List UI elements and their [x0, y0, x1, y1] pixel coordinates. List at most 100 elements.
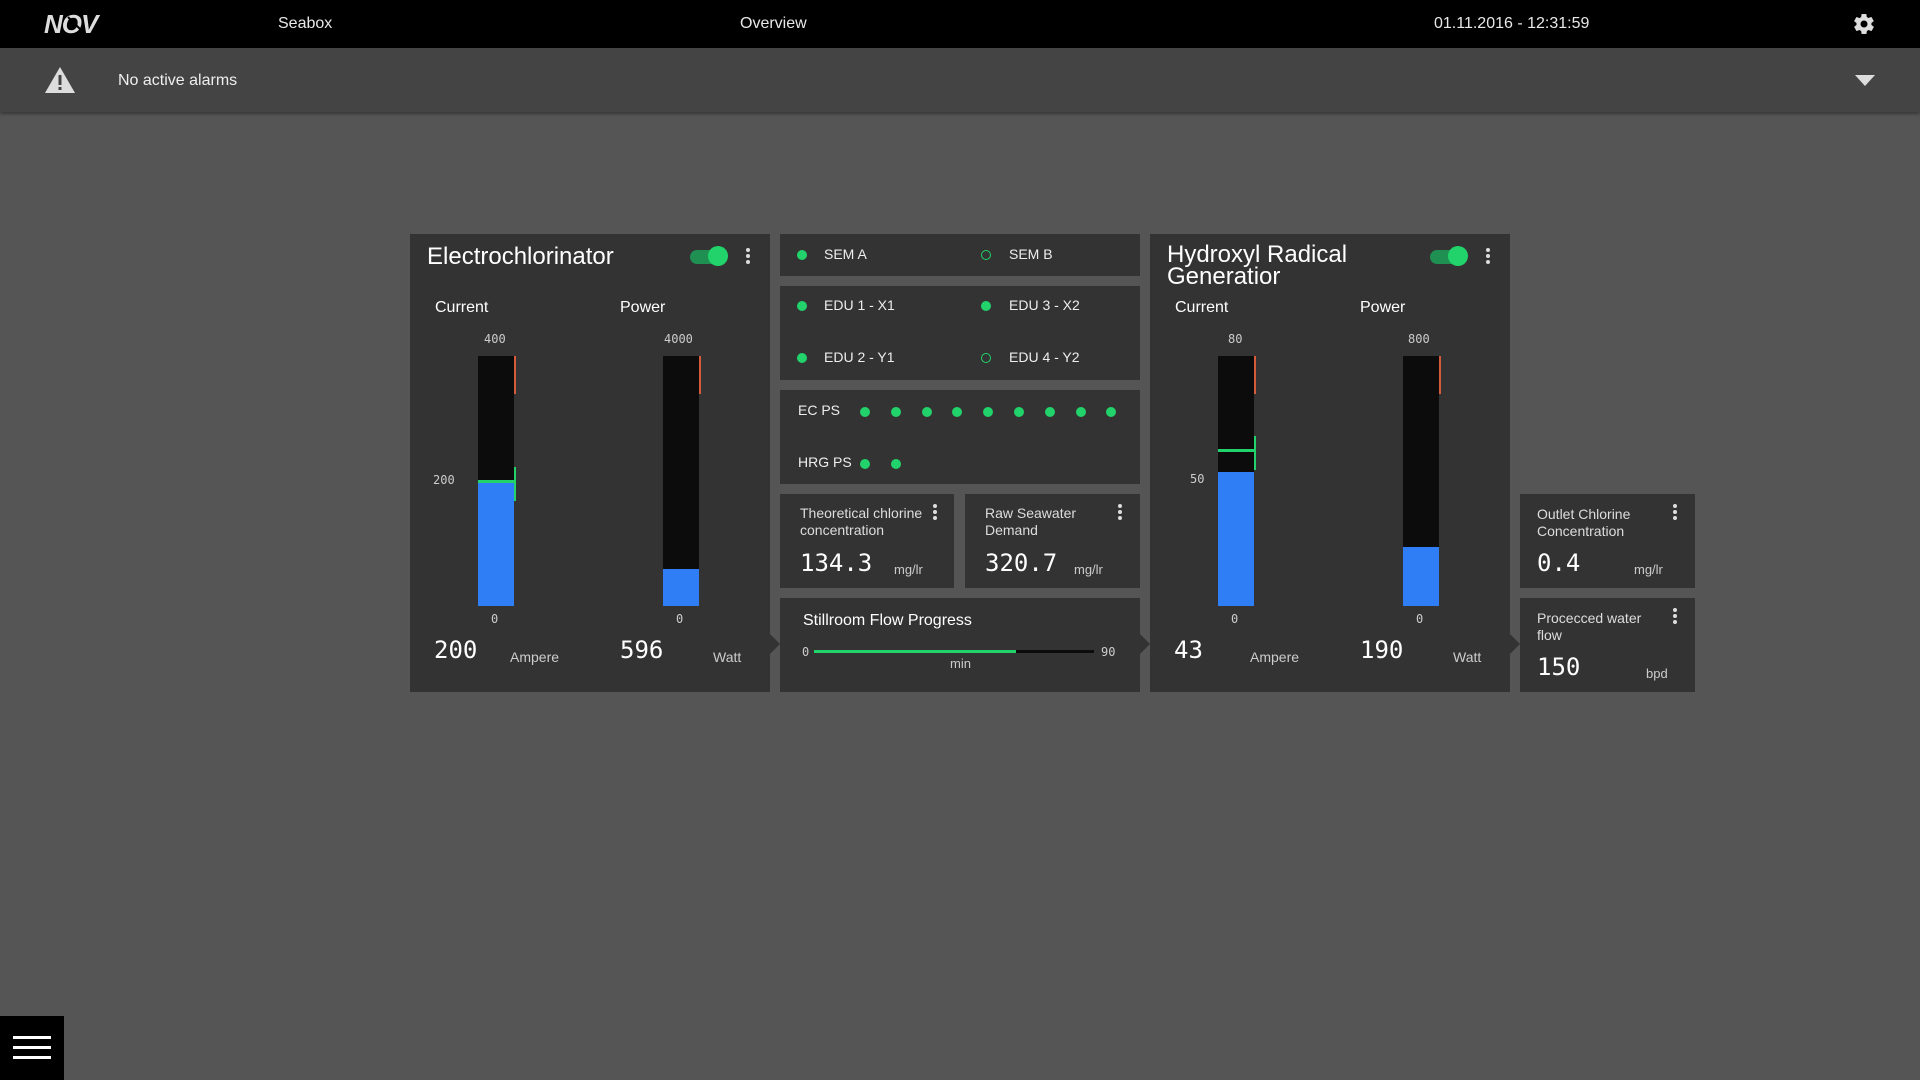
svg-text:NOV: NOV [44, 11, 101, 37]
ps-status-indicator [1044, 407, 1055, 417]
hydroxyl-more-icon[interactable] [1485, 248, 1491, 266]
ps-status-indicator [890, 407, 901, 417]
ps-status-indicator [983, 407, 994, 417]
power-unit: Watt [1453, 649, 1482, 665]
ec-ps-label: EC PS [798, 402, 841, 418]
power-min-tick: 0 [1416, 612, 1424, 626]
sem-a-indicator [797, 250, 807, 260]
power-unit: Watt [713, 649, 742, 665]
outlet-chlorine-title: Outlet Chlorine Concentration [1537, 506, 1631, 539]
nov-logo: NOV [44, 11, 102, 37]
edu-1-label: EDU 1 - X1 [824, 297, 895, 313]
theoretical-chlorine-card: Theoretical chlorine concentration 134.3… [780, 494, 954, 588]
stillroom-flow-min: 0 [802, 645, 810, 659]
toggle-knob [708, 246, 728, 266]
power-gauge-fill [1403, 546, 1439, 606]
power-gauge [663, 356, 701, 606]
gear-icon[interactable] [1852, 12, 1876, 36]
top-bar: NOV Seabox Overview 01.11.2016 - 12:31:5… [0, 0, 1920, 48]
ps-status-indicator [890, 459, 901, 469]
processed-water-title: Procecced water flow [1537, 610, 1642, 643]
ps-status-indicator [1075, 407, 1086, 417]
alarm-bar: No active alarms [0, 48, 1920, 112]
stillroom-flow-unit: min [950, 656, 971, 671]
raw-seawater-more-icon[interactable] [1117, 504, 1123, 522]
raw-seawater-title: Raw Seawater Demand [985, 505, 1077, 538]
view-title: Overview [740, 15, 807, 32]
electrochlorinator-more-icon[interactable] [745, 248, 751, 266]
electrochlorinator-title: Electrochlorinator [427, 243, 614, 270]
current-min-tick: 0 [1231, 612, 1239, 626]
ps-status-indicator [860, 459, 870, 469]
theoretical-chlorine-more-icon[interactable] [932, 504, 938, 522]
power-value: 190 [1360, 636, 1404, 664]
power-value: 596 [620, 636, 664, 664]
ps-status-indicator [921, 407, 932, 417]
edu-4-indicator [981, 353, 991, 363]
raw-seawater-value: 320.7 [985, 549, 1058, 577]
ps-status-indicator [952, 407, 963, 417]
processed-water-unit: bpd [1646, 666, 1668, 681]
warning-icon [45, 67, 75, 93]
theoretical-chlorine-unit: mg/lr [894, 562, 923, 577]
hydroxyl-generator-card: Hydroxyl Radical Generatior Current Powe… [1150, 234, 1510, 692]
current-max-tick: 400 [484, 332, 506, 346]
flow-arrow [1510, 634, 1520, 654]
electrochlorinator-power-toggle[interactable] [690, 246, 728, 266]
current-value: 43 [1174, 636, 1203, 664]
outlet-chlorine-value: 0.4 [1537, 549, 1581, 577]
edu-status-panel: EDU 1 - X1 EDU 3 - X2 EDU 2 - Y1 EDU 4 -… [780, 286, 1140, 380]
stillroom-flow-track [814, 650, 1094, 653]
stillroom-flow-fill [814, 650, 1016, 653]
sem-b-indicator [981, 250, 991, 260]
raw-seawater-card: Raw Seawater Demand 320.7 mg/lr [965, 494, 1140, 588]
sem-a-label: SEM A [824, 246, 867, 262]
ps-status-indicator [1106, 407, 1117, 417]
raw-seawater-unit: mg/lr [1074, 562, 1103, 577]
power-min-tick: 0 [676, 612, 684, 626]
app-name: Seabox [278, 15, 333, 32]
power-max-tick: 4000 [664, 332, 693, 346]
power-gauge [1403, 356, 1441, 606]
power-limit-marker [699, 356, 701, 394]
power-max-tick: 800 [1408, 332, 1430, 346]
toggle-knob [1448, 246, 1468, 266]
outlet-chlorine-more-icon[interactable] [1672, 504, 1678, 522]
current-limit-marker [514, 356, 516, 394]
hamburger-menu-icon[interactable] [0, 1016, 64, 1080]
edu-2-indicator [797, 353, 807, 363]
current-gauge-fill [1218, 471, 1254, 606]
current-gauge [478, 356, 516, 606]
current-setpoint-tick [514, 467, 516, 501]
power-label: Power [1360, 299, 1406, 316]
outlet-chlorine-card: Outlet Chlorine Concentration 0.4 mg/lr [1520, 494, 1695, 588]
current-label: Current [435, 299, 489, 316]
flow-arrow [770, 634, 780, 654]
edu-3-indicator [981, 301, 991, 311]
theoretical-chlorine-value: 134.3 [800, 549, 873, 577]
sem-status-panel: SEM A SEM B [780, 234, 1140, 276]
current-unit: Ampere [510, 649, 560, 665]
current-setpoint-tick [1254, 435, 1256, 470]
current-limit-marker [1254, 356, 1256, 394]
processed-water-value: 150 [1537, 653, 1581, 681]
current-min-tick: 0 [491, 612, 499, 626]
stillroom-flow-max: 90 [1101, 645, 1116, 659]
hydroxyl-power-toggle[interactable] [1430, 246, 1468, 266]
outlet-chlorine-unit: mg/lr [1634, 562, 1663, 577]
stillroom-flow-title: Stillroom Flow Progress [803, 612, 972, 629]
current-mid-tick: 200 [433, 473, 455, 487]
processed-water-card: Procecced water flow 150 bpd [1520, 598, 1695, 692]
power-limit-marker [1439, 356, 1441, 394]
current-mid-tick: 50 [1190, 472, 1205, 486]
chevron-down-icon[interactable] [1854, 72, 1876, 88]
current-gauge [1218, 356, 1256, 606]
edu-2-label: EDU 2 - Y1 [824, 349, 895, 365]
current-gauge-fill [478, 481, 514, 606]
edu-1-indicator [797, 301, 807, 311]
current-label: Current [1175, 299, 1229, 316]
ps-status-indicator [1014, 407, 1024, 417]
processed-water-more-icon[interactable] [1672, 608, 1678, 626]
sem-b-label: SEM B [1009, 246, 1053, 262]
power-gauge-fill [663, 568, 699, 606]
